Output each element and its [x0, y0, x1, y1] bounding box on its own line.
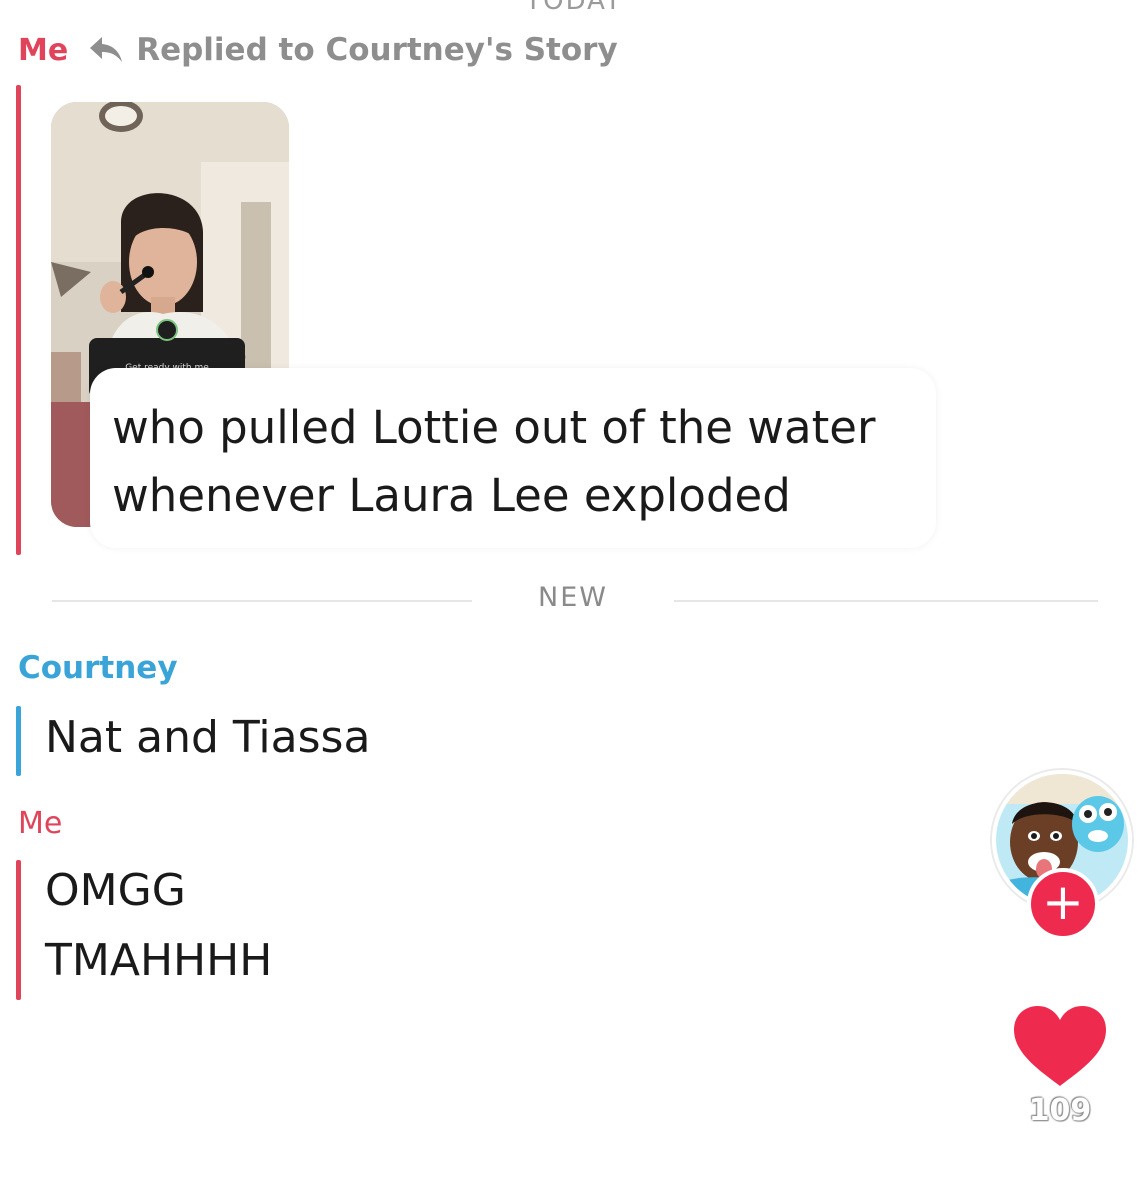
- message-text: Nat and Tiassa: [45, 712, 371, 763]
- sender-name-courtney: Courtney: [18, 650, 178, 686]
- reply-message-text: who pulled Lottie out of the water whene…: [112, 401, 876, 522]
- new-divider-right: [674, 600, 1098, 602]
- new-messages-label: NEW: [538, 582, 608, 613]
- message-text: OMGG: [45, 865, 186, 916]
- sender-name-me: Me: [18, 806, 63, 841]
- me-message-bar: [16, 85, 21, 555]
- reply-header: Me Replied to Courtney's Story: [18, 28, 618, 72]
- new-divider-left: [52, 600, 472, 602]
- sender-name-me: Me: [18, 32, 69, 68]
- date-separator: TODAY: [525, 0, 623, 16]
- courtney-message-bar: [16, 706, 21, 776]
- follow-plus-button[interactable]: +: [1027, 868, 1099, 940]
- like-count: 109: [1028, 1093, 1092, 1128]
- heart-icon[interactable]: [1012, 1004, 1108, 1088]
- reply-arrow-icon: [88, 35, 124, 65]
- me-message-bar: [16, 860, 21, 1000]
- message-text: TMAHHHH: [45, 935, 273, 986]
- reply-context-label: Replied to Courtney's Story: [136, 32, 618, 68]
- reply-message-bubble[interactable]: who pulled Lottie out of the water whene…: [90, 368, 936, 548]
